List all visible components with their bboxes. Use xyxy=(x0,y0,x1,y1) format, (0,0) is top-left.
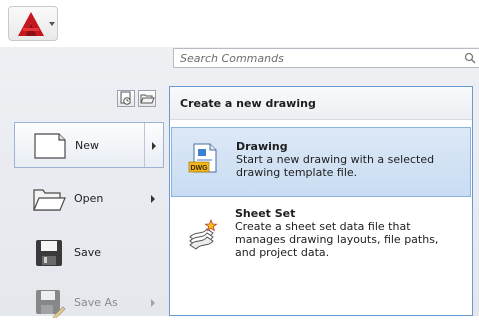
open-documents-icon xyxy=(140,94,155,104)
option-description: Start a new drawing with a selected draw… xyxy=(236,153,435,179)
save-icon xyxy=(36,240,62,266)
chevron-down-icon xyxy=(49,22,55,26)
application-menu-button[interactable] xyxy=(8,6,58,41)
dwg-drawing-icon: DWG xyxy=(188,143,217,173)
save-as-icon xyxy=(36,290,66,318)
option-drawing[interactable]: DWG Drawing Start a new drawing with a s… xyxy=(171,127,471,197)
new-submenu-flyout: Create a new drawing DWG Drawing Start a… xyxy=(169,86,473,316)
open-documents-button[interactable] xyxy=(138,90,156,107)
chevron-right-icon[interactable] xyxy=(151,299,155,307)
sheet-set-icon xyxy=(189,219,218,250)
search-box[interactable] xyxy=(173,48,479,68)
option-title: Drawing xyxy=(236,140,288,153)
new-file-icon xyxy=(34,133,66,159)
menu-item-new[interactable]: New xyxy=(14,122,164,168)
search-input[interactable] xyxy=(174,49,454,67)
menu-item-label: Save As xyxy=(74,296,118,309)
flyout-title: Create a new drawing xyxy=(180,97,316,110)
open-folder-icon xyxy=(33,189,66,211)
option-description: Create a sheet set data file that manage… xyxy=(235,220,439,259)
menu-item-save-as[interactable]: Save As xyxy=(14,280,164,326)
recent-documents-icon xyxy=(120,91,131,105)
recent-documents-button[interactable] xyxy=(117,90,135,107)
menu-item-label: New xyxy=(75,139,99,152)
autocad-logo-icon xyxy=(18,12,44,36)
option-sheet-set[interactable]: Sheet Set Create a sheet set data file t… xyxy=(171,203,471,277)
menu-item-save[interactable]: Save xyxy=(14,230,164,276)
search-icon[interactable] xyxy=(463,51,477,65)
menu-item-label: Open xyxy=(74,192,104,205)
flyout-header: Create a new drawing xyxy=(170,87,472,120)
option-title: Sheet Set xyxy=(235,207,296,220)
dwg-badge-text: DWG xyxy=(190,165,208,172)
chevron-right-icon[interactable] xyxy=(151,195,155,203)
title-bar xyxy=(0,0,479,47)
divider xyxy=(144,123,145,167)
chevron-right-icon[interactable] xyxy=(152,142,156,150)
menu-item-open[interactable]: Open xyxy=(14,176,164,222)
menu-item-label: Save xyxy=(74,246,102,259)
